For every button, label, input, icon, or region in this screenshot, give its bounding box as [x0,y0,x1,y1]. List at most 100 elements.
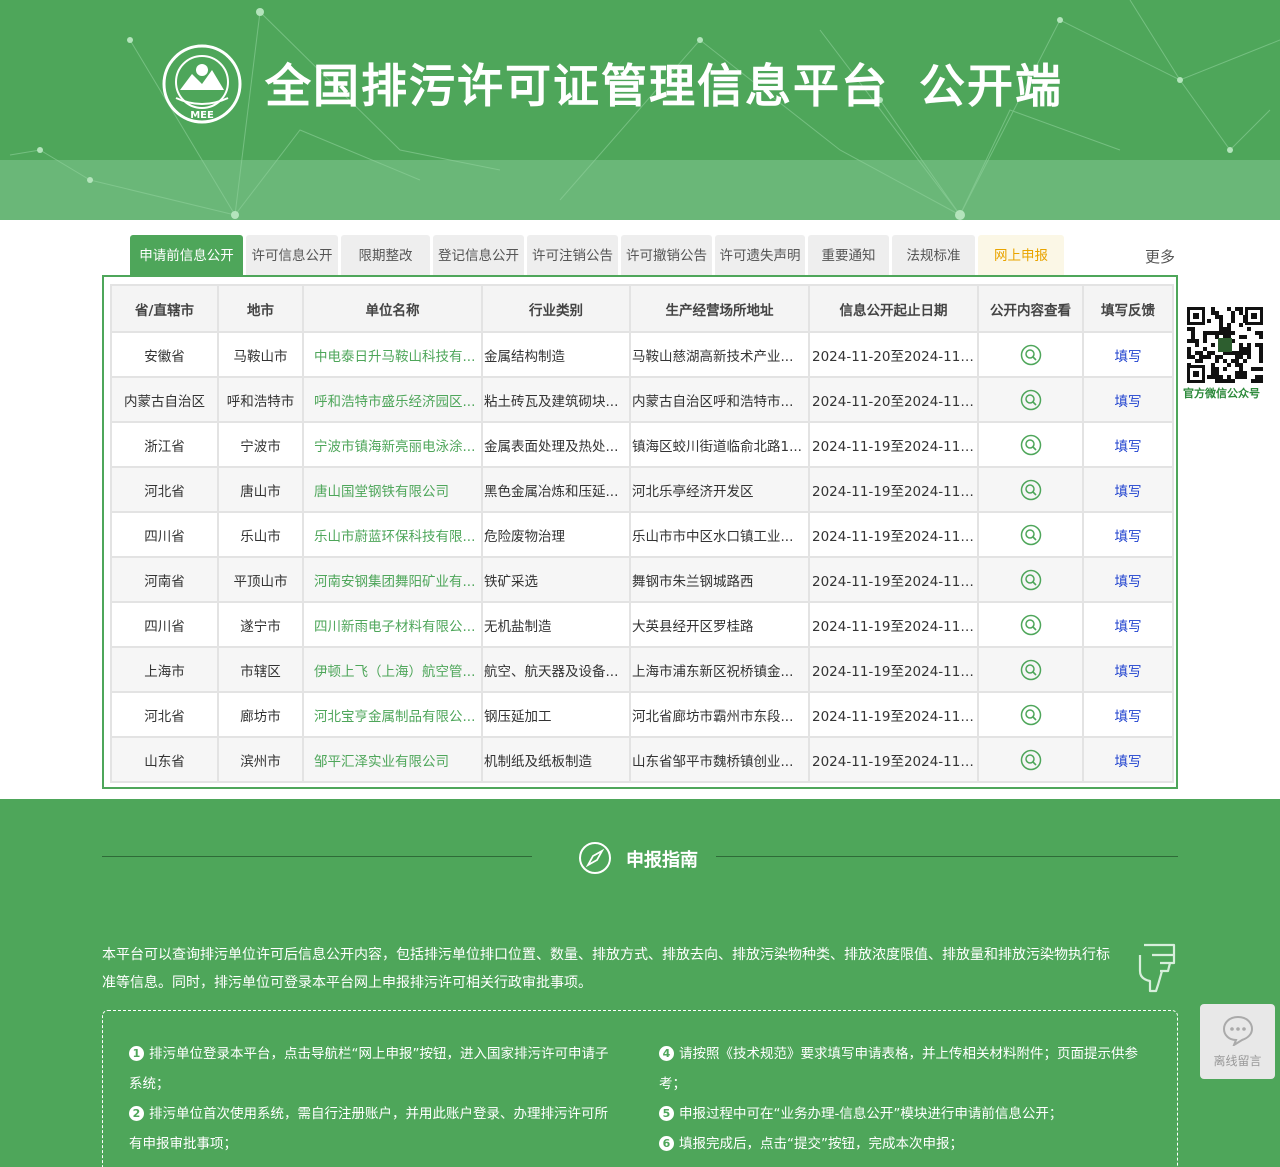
feedback-link[interactable]: 填写 [1082,691,1174,738]
view-details-icon[interactable] [1020,659,1042,681]
feedback-link[interactable]: 填写 [1082,736,1174,783]
view-details-icon[interactable] [1020,524,1042,546]
cell-unit-name-link[interactable]: 唐山国堂钢铁有限公司 [302,466,483,513]
table-row: 河南省 平顶山市 河南安钢集团舞阳矿业有... 铁矿采选 舞钢市朱兰钢城路西 2024-1… [110,556,1174,603]
table-row: 四川省 乐山市 乐山市蔚蓝环保科技有限... 危险废物治理 乐山市市中区水口镇工业...… [110,511,1174,558]
step-text: 填报完成后，点击“提交”按钮，完成本次申报； [679,1136,963,1152]
cell-unit-name-link[interactable]: 乐山市蔚蓝环保科技有限... [302,511,483,558]
info-table-panel: 省/直辖市 地市 单位名称 行业类别 生产经营场所地址 信息公开起止日期 公开内… [102,275,1178,789]
cell-province: 河南省 [110,556,219,603]
table-row: 上海市 市辖区 伊顿上飞（上海）航空管... 航空、航天器及设备... 上海市浦东新区祝… [110,646,1174,693]
col-province: 省/直辖市 [110,284,219,333]
step-number: 1 [129,1046,144,1061]
chat-bubble-icon [1222,1015,1253,1048]
view-details-icon[interactable] [1020,704,1042,726]
tab-rectification[interactable]: 限期整改 [341,235,430,275]
step-item: 2 排污单位首次使用系统，需自行注册账户，并用此账户登录、办理排污许可所有申报审批… [129,1099,619,1159]
cell-city: 滨州市 [217,736,304,783]
step-text: 申报过程中可在“业务办理-信息公开”模块进行申请前信息公开； [679,1106,1063,1122]
cell-unit-name-link[interactable]: 呼和浩特市盛乐经济园区... [302,376,483,423]
step-number: 5 [659,1106,674,1121]
feedback-link[interactable]: 填写 [1082,646,1174,693]
tab-license-info[interactable]: 许可信息公开 [246,235,338,275]
step-item: 5 申报过程中可在“业务办理-信息公开”模块进行申请前信息公开； [659,1099,1149,1129]
view-details-icon[interactable] [1020,479,1042,501]
cell-industry: 航空、航天器及设备... [481,646,631,693]
view-details-icon[interactable] [1020,749,1042,771]
cell-unit-name-link[interactable]: 伊顿上飞（上海）航空管... [302,646,483,693]
feedback-link[interactable]: 填写 [1082,376,1174,423]
table-row: 河北省 廊坊市 河北宝亨金属制品有限公... 钢压延加工 河北省廊坊市霸州市东段... 2… [110,691,1174,738]
cell-address: 上海市浦东新区祝桥镇金... [629,646,810,693]
feedback-link[interactable]: 填写 [1082,466,1174,513]
cell-province: 河北省 [110,466,219,513]
view-details-icon[interactable] [1020,389,1042,411]
tab-online-application[interactable]: 网上申报 [978,235,1064,275]
cell-unit-name-link[interactable]: 邹平汇泽实业有限公司 [302,736,483,783]
site-header: MEE 全国排污许可证管理信息平台 公开端 [0,0,1280,220]
cell-unit-name-link[interactable]: 河南安钢集团舞阳矿业有... [302,556,483,603]
cell-province: 内蒙古自治区 [110,376,219,423]
table-row: 山东省 滨州市 邹平汇泽实业有限公司 机制纸及纸板制造 山东省邹平市魏桥镇创业... 20… [110,736,1174,783]
svg-text:MEE: MEE [190,110,214,121]
cell-view [977,601,1084,648]
cell-city: 廊坊市 [217,691,304,738]
view-details-icon[interactable] [1020,434,1042,456]
view-details-icon[interactable] [1020,569,1042,591]
cell-address: 马鞍山慈湖高新技术产业... [629,331,810,378]
feedback-link[interactable]: 填写 [1082,511,1174,558]
view-details-icon[interactable] [1020,344,1042,366]
tab-cancellation-notice[interactable]: 许可注销公告 [527,235,618,275]
cell-unit-name-link[interactable]: 河北宝亨金属制品有限公... [302,691,483,738]
cell-address: 河北乐亭经济开发区 [629,466,810,513]
cell-date-range: 2024-11-19至2024-11-... [808,646,979,693]
more-link[interactable]: 更多 [1145,246,1175,267]
offline-message-button[interactable]: 离线留言 [1200,1004,1275,1079]
cell-address: 镇海区蛟川街道临俞北路1... [629,421,810,468]
cell-date-range: 2024-11-19至2024-11-... [808,736,979,783]
mee-logo: MEE [162,44,242,124]
cell-industry: 黑色金属冶炼和压延... [481,466,631,513]
cell-date-range: 2024-11-19至2024-11-... [808,421,979,468]
cell-view [977,556,1084,603]
step-number: 4 [659,1046,674,1061]
feedback-link[interactable]: 填写 [1082,556,1174,603]
cell-date-range: 2024-11-19至2024-11-... [808,601,979,648]
col-industry: 行业类别 [481,284,631,333]
divider-right [716,856,1178,857]
tab-important-notice[interactable]: 重要通知 [808,235,889,275]
info-tabs: 申请前信息公开 许可信息公开 限期整改 登记信息公开 许可注销公告 许可撤销公告… [130,235,1067,275]
cell-industry: 机制纸及纸板制造 [481,736,631,783]
tab-revocation-notice[interactable]: 许可撤销公告 [621,235,712,275]
cell-province: 四川省 [110,601,219,648]
cell-unit-name-link[interactable]: 四川新雨电子材料有限公... [302,601,483,648]
step-number: 2 [129,1106,144,1121]
cell-unit-name-link[interactable]: 宁波市镇海新亮丽电泳涂... [302,421,483,468]
cell-address: 大英县经开区罗桂路 [629,601,810,648]
pointing-hand-icon [1138,943,1176,993]
feedback-link[interactable]: 填写 [1082,601,1174,648]
cell-province: 上海市 [110,646,219,693]
cell-unit-name-link[interactable]: 中电泰日升马鞍山科技有... [302,331,483,378]
guide-title: 申报指南 [626,850,698,871]
col-unit: 单位名称 [302,284,483,333]
tab-regulations[interactable]: 法规标准 [892,235,975,275]
cell-city: 呼和浩特市 [217,376,304,423]
divider-left [102,856,532,857]
cell-view [977,691,1084,738]
tab-loss-statement[interactable]: 许可遗失声明 [715,235,805,275]
cell-view [977,736,1084,783]
feedback-link[interactable]: 填写 [1082,331,1174,378]
table-row: 四川省 遂宁市 四川新雨电子材料有限公... 无机盐制造 大英县经开区罗桂路 2024-1… [110,601,1174,648]
table-row: 浙江省 宁波市 宁波市镇海新亮丽电泳涂... 金属表面处理及热处... 镇海区蛟川街道临… [110,421,1174,468]
cell-address: 舞钢市朱兰钢城路西 [629,556,810,603]
tab-registration-info[interactable]: 登记信息公开 [433,235,524,275]
view-details-icon[interactable] [1020,614,1042,636]
cell-city: 平顶山市 [217,556,304,603]
feedback-link[interactable]: 填写 [1082,421,1174,468]
tab-pre-application[interactable]: 申请前信息公开 [130,235,243,275]
cell-address: 内蒙古自治区呼和浩特市... [629,376,810,423]
table-row: 河北省 唐山市 唐山国堂钢铁有限公司 黑色金属冶炼和压延... 河北乐亭经济开发区 202… [110,466,1174,513]
cell-province: 河北省 [110,691,219,738]
cell-city: 市辖区 [217,646,304,693]
